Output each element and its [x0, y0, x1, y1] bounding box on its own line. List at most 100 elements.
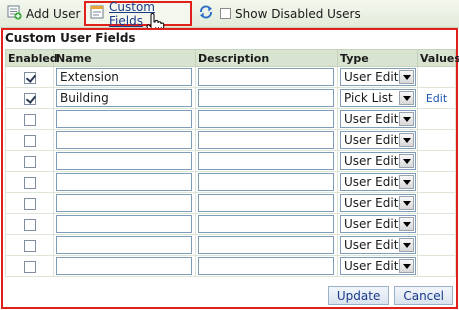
name-cell — [53, 150, 196, 172]
field-type-select[interactable]: User Edit — [340, 236, 416, 254]
field-type-select[interactable]: User Edit — [340, 131, 416, 149]
chevron-down-icon[interactable] — [399, 217, 414, 231]
field-description-input[interactable] — [198, 194, 334, 212]
enabled-checkbox[interactable] — [23, 113, 36, 126]
field-description-input[interactable] — [198, 236, 334, 254]
enabled-checkbox[interactable] — [23, 176, 36, 189]
values-cell — [417, 171, 456, 193]
field-type-select[interactable]: User Edit — [340, 215, 416, 233]
enabled-checkbox[interactable] — [23, 134, 36, 147]
chevron-down-icon[interactable] — [399, 133, 414, 147]
chevron-down-icon[interactable] — [399, 175, 414, 189]
enabled-checkbox[interactable] — [23, 92, 36, 105]
field-description-input[interactable] — [198, 152, 334, 170]
enabled-checkbox[interactable] — [23, 218, 36, 231]
chevron-down-icon[interactable] — [399, 91, 414, 105]
field-type-value: User Edit — [344, 238, 399, 252]
refresh-icon — [198, 4, 214, 23]
name-cell — [53, 171, 196, 193]
add-user-label: Add User — [26, 6, 81, 21]
type-cell: User Edit — [337, 192, 418, 214]
chevron-down-icon[interactable] — [399, 238, 414, 252]
col-header-values: Values — [417, 49, 459, 67]
field-name-input[interactable] — [56, 194, 192, 212]
field-name-input[interactable] — [56, 236, 192, 254]
enabled-checkbox[interactable] — [23, 197, 36, 210]
field-name-input[interactable] — [56, 173, 192, 191]
field-name-input[interactable] — [56, 131, 192, 149]
field-type-select[interactable]: User Edit — [340, 110, 416, 128]
field-type-value: User Edit — [344, 196, 399, 210]
name-cell — [53, 87, 196, 109]
col-header-name: Name — [53, 49, 196, 67]
chevron-down-icon[interactable] — [399, 259, 414, 273]
type-cell: User Edit — [337, 171, 418, 193]
field-name-input[interactable] — [56, 110, 192, 128]
chevron-down-icon[interactable] — [399, 196, 414, 210]
update-button[interactable]: Update — [327, 286, 390, 305]
field-description-input[interactable] — [198, 257, 334, 275]
enabled-checkbox[interactable] — [23, 155, 36, 168]
panel-footer: Update Cancel — [327, 286, 453, 305]
cancel-button[interactable]: Cancel — [394, 286, 453, 305]
description-cell — [195, 255, 338, 277]
field-description-input[interactable] — [198, 110, 334, 128]
refresh-button[interactable] — [198, 0, 214, 27]
custom-fields-icon — [90, 5, 105, 23]
table-row: User Edit — [5, 150, 456, 172]
table-row: User Edit — [5, 255, 456, 277]
type-cell: User Edit — [337, 213, 418, 235]
enabled-checkbox[interactable] — [23, 71, 36, 84]
field-name-input[interactable] — [56, 152, 192, 170]
name-cell — [53, 234, 196, 256]
field-type-select[interactable]: User Edit — [340, 194, 416, 212]
field-description-input[interactable] — [198, 89, 334, 107]
field-name-input[interactable] — [56, 215, 192, 233]
enabled-cell — [5, 150, 54, 172]
table-row: Pick List Edit — [5, 87, 456, 109]
values-cell — [417, 108, 456, 130]
field-type-value: User Edit — [344, 70, 399, 84]
values-cell — [417, 150, 456, 172]
table-row: User Edit — [5, 108, 456, 130]
field-type-select[interactable]: User Edit — [340, 152, 416, 170]
show-disabled-checkbox[interactable] — [220, 8, 231, 19]
field-type-select[interactable]: Pick List — [340, 89, 416, 107]
enabled-cell — [5, 255, 54, 277]
field-type-value: User Edit — [344, 112, 399, 126]
chevron-down-icon[interactable] — [399, 112, 414, 126]
type-cell: User Edit — [337, 129, 418, 151]
enabled-checkbox[interactable] — [23, 260, 36, 273]
values-edit-link[interactable]: Edit — [426, 92, 447, 105]
add-user-button[interactable]: Add User — [7, 0, 80, 27]
name-cell — [53, 129, 196, 151]
custom-user-fields-panel: Custom User Fields Enabled Name Descript… — [1, 28, 459, 309]
field-type-select[interactable]: User Edit — [340, 257, 416, 275]
field-name-input[interactable] — [56, 257, 192, 275]
show-disabled-users-toggle[interactable]: Show Disabled Users — [220, 0, 361, 27]
description-cell — [195, 129, 338, 151]
type-cell: User Edit — [337, 108, 418, 130]
field-description-input[interactable] — [198, 131, 334, 149]
values-cell — [417, 213, 456, 235]
field-name-input[interactable] — [56, 89, 192, 107]
field-description-input[interactable] — [198, 215, 334, 233]
table-row: User Edit — [5, 192, 456, 214]
enabled-cell — [5, 171, 54, 193]
field-description-input[interactable] — [198, 173, 334, 191]
chevron-down-icon[interactable] — [399, 154, 414, 168]
enabled-cell — [5, 213, 54, 235]
custom-fields-button[interactable]: Custom Fields — [84, 0, 192, 28]
field-description-input[interactable] — [198, 68, 334, 86]
field-type-select[interactable]: User Edit — [340, 173, 416, 191]
chevron-down-icon[interactable] — [399, 70, 414, 84]
enabled-cell — [5, 66, 54, 88]
col-header-description: Description — [195, 49, 338, 67]
table-header-row: Enabled Name Description Type Values — [5, 49, 459, 67]
field-name-input[interactable] — [56, 68, 192, 86]
enabled-checkbox[interactable] — [23, 239, 36, 252]
field-type-value: Pick List — [344, 91, 393, 105]
show-disabled-label: Show Disabled Users — [235, 6, 361, 21]
description-cell — [195, 87, 338, 109]
field-type-select[interactable]: User Edit — [340, 68, 416, 86]
